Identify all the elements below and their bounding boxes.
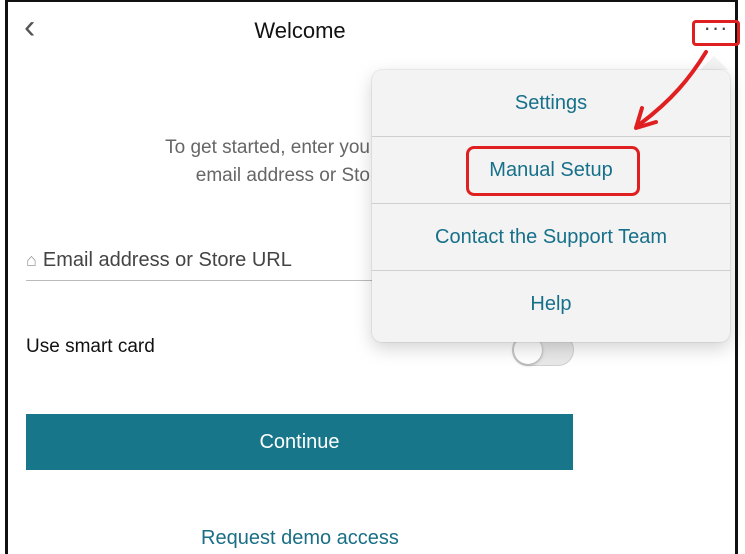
annotation-arrow — [634, 50, 708, 130]
